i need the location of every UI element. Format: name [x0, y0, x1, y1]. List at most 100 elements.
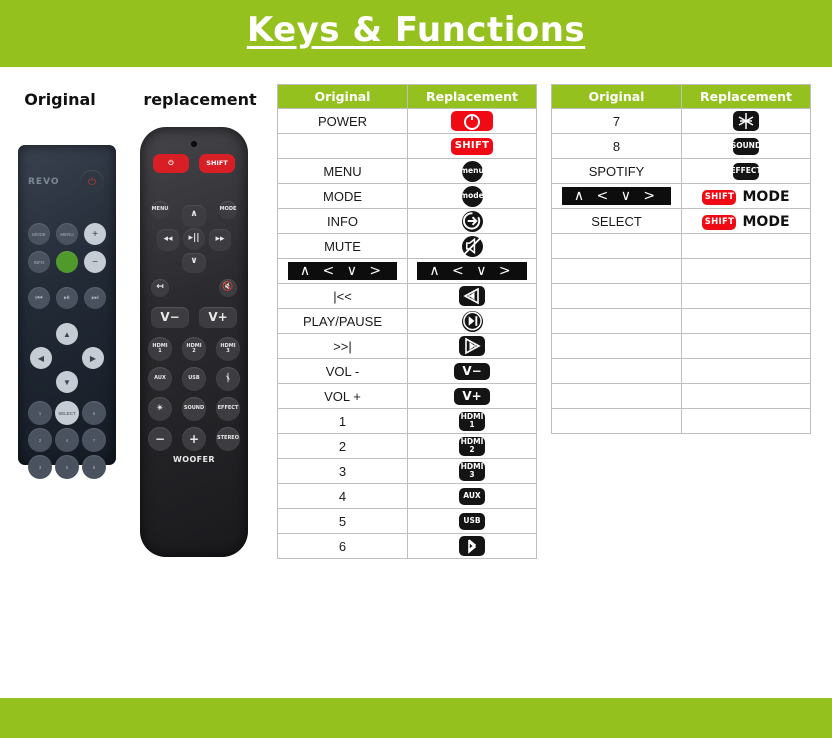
usb-chip: USB — [459, 512, 485, 530]
original-key-cell: 3 — [277, 458, 408, 484]
replacement-vol-down-button: V− — [151, 307, 189, 328]
hdmi-chip: HDMI 2 — [407, 433, 537, 459]
empty-cell — [681, 233, 811, 259]
table-right-body: 7 8 SOUND SPOTIFY EFFECT ∧ < ∨ > SHIFT MODE SELE… — [551, 108, 811, 434]
empty-cell — [681, 358, 811, 384]
table-row: MENU menu — [277, 158, 537, 184]
original-key-cell — [551, 333, 682, 359]
sound-chip: SOUND — [731, 137, 761, 155]
table-row: 5 USB — [277, 508, 537, 534]
table-row: SPOTIFY EFFECT — [551, 158, 811, 184]
fast-forward-icon — [459, 336, 485, 356]
original-key-cell: SELECT — [551, 208, 682, 234]
table-row: 3 HDMI 3 — [277, 458, 537, 484]
empty-cell — [681, 308, 811, 334]
remote-comparison-figure: Original replacement REVO ⏻ MODE MENU + … — [0, 90, 272, 557]
play-pause-icon — [461, 310, 483, 332]
col-header-original: Original — [551, 84, 682, 109]
original-key-cell: 7 — [551, 108, 682, 134]
replacement-hdmi2-button: HDMI 2 — [182, 337, 206, 361]
volume-chip: V− — [454, 362, 490, 380]
shift-plus-mode-combo: SHIFT MODE — [702, 214, 790, 230]
original-num-5-button: 5 — [55, 455, 79, 479]
original-key-cell: 4 — [277, 483, 408, 509]
replacement-shift-button: SHIFT — [199, 154, 235, 173]
arrow-keys-bar: ∧ < ∨ > — [417, 262, 527, 280]
replacement-info-button: ↤ — [151, 279, 169, 297]
original-up-button: ▲ — [56, 323, 78, 345]
table-row: |<< — [277, 283, 537, 309]
replacement-dpad: ∧ ◂◂ ▸▸ ▸|| ∨ — [157, 205, 231, 273]
effect-chip: EFFECT — [681, 158, 811, 184]
replacement-hdmi3-button: HDMI 3 — [216, 337, 240, 361]
rewind-icon — [407, 283, 537, 309]
menu-chip: menu — [407, 158, 537, 184]
original-info-button: INFO — [28, 251, 50, 273]
original-key-cell — [551, 308, 682, 334]
usb-chip: USB — [407, 508, 537, 534]
original-key-cell — [551, 283, 682, 309]
sound-chip: SOUND — [681, 133, 811, 159]
hdmi-chip: HDMI 3 — [407, 458, 537, 484]
table-row: VOL + V+ — [277, 383, 537, 409]
fast-forward-icon — [407, 333, 537, 359]
shift-chip: SHIFT — [407, 133, 537, 159]
table-row — [551, 333, 811, 359]
volume-chip: V− — [407, 358, 537, 384]
hdmi-chip: HDMI 1 — [407, 408, 537, 434]
table-row: INFO — [277, 208, 537, 234]
table-row — [551, 283, 811, 309]
arrow-keys-bar: ∧ < ∨ > — [277, 258, 408, 284]
table-left-body: POWER SHIFT MENU menu MODE mode INFO MUTE ∧ < ∨ … — [277, 108, 537, 559]
ir-led-dot — [191, 141, 197, 147]
table-row — [551, 408, 811, 434]
original-key-cell: SPOTIFY — [551, 158, 682, 184]
replacement-effect-button: EFFECT — [216, 397, 240, 421]
original-left-button: ◀ — [30, 347, 52, 369]
replacement-remote-image: ⏻ SHIFT MENU MODE ∧ ◂◂ ▸▸ ▸|| ∨ ↤ 🔇 V− V… — [140, 127, 248, 557]
original-key-cell — [551, 358, 682, 384]
original-num-6-button: 6 — [82, 401, 106, 425]
original-num-8-button: 8 — [82, 455, 106, 479]
table-row: 6 — [277, 533, 537, 559]
table-row: PLAY/PAUSE — [277, 308, 537, 334]
shift-plus-mode-combo: SHIFT MODE — [681, 208, 811, 234]
col-header-replacement: Replacement — [681, 84, 811, 109]
original-key-cell: VOL + — [277, 383, 408, 409]
original-menu-button: MENU — [56, 223, 78, 245]
original-key-cell: INFO — [277, 208, 408, 234]
empty-cell — [681, 258, 811, 284]
table-row: MODE mode — [277, 183, 537, 209]
table-row: SHIFT — [277, 133, 537, 159]
replacement-usb-button: USB — [182, 367, 206, 391]
original-mode-button: MODE — [28, 223, 50, 245]
original-key-cell: PLAY/PAUSE — [277, 308, 408, 334]
revo-brand-logo: REVO — [28, 177, 60, 187]
empty-cell — [681, 383, 811, 409]
original-key-cell: MODE — [277, 183, 408, 209]
table-row: 2 HDMI 2 — [277, 433, 537, 459]
original-power-button: ⏻ — [80, 170, 104, 194]
table-row: 7 — [551, 108, 811, 134]
replacement-light-button: ✴ — [148, 397, 172, 421]
arrow-keys-bar: ∧ < ∨ > — [561, 187, 672, 205]
original-key-cell: 5 — [277, 508, 408, 534]
original-key-cell: 8 — [551, 133, 682, 159]
table-row: >>| — [277, 333, 537, 359]
info-icon — [407, 208, 537, 234]
table-header-row: Original Replacement — [551, 84, 811, 109]
replacement-sound-button: SOUND — [182, 397, 206, 421]
original-key-cell: POWER — [277, 108, 408, 134]
dpad-up-glyph: ∧ — [190, 209, 198, 220]
rewind-icon — [459, 286, 485, 306]
replacement-aux-button: AUX — [148, 367, 172, 391]
key-mapping-table-right: Original Replacement 7 8 SOUND SPOTIFY EFFEC… — [551, 84, 811, 434]
hdmi-chip: HDMI 3 — [459, 461, 485, 481]
page-title: Keys & Functions — [246, 10, 586, 50]
mute-icon — [461, 235, 483, 257]
table-row: POWER — [277, 108, 537, 134]
effect-chip: EFFECT — [730, 162, 762, 180]
original-key-cell — [551, 408, 682, 434]
woofer-label: WOOFER — [173, 455, 215, 464]
dpad-play-glyph: ▸|| — [188, 233, 200, 244]
